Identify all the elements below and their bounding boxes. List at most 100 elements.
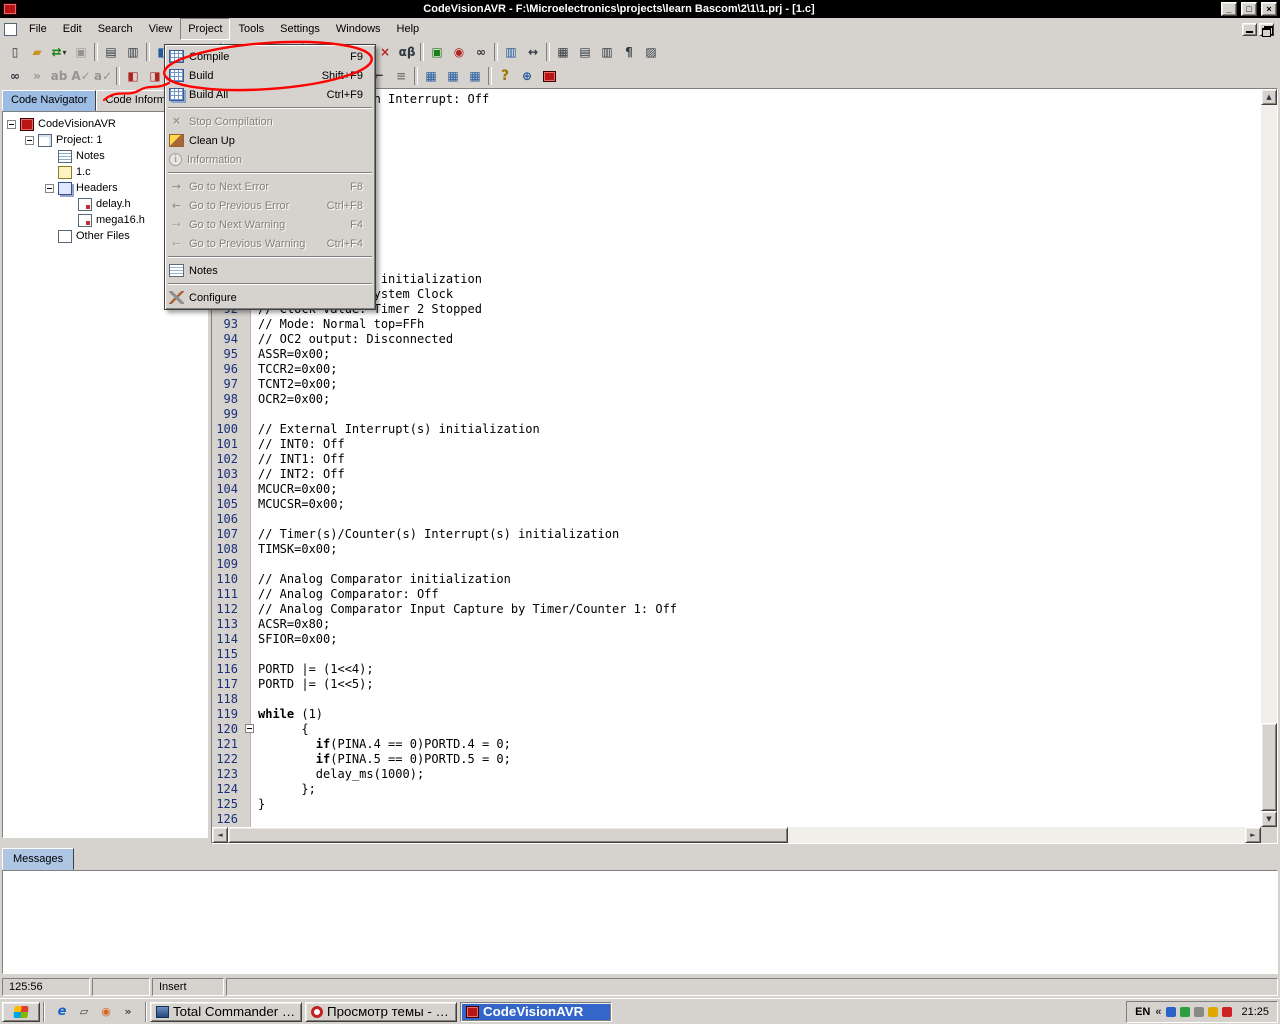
menu-search[interactable]: Search — [90, 18, 141, 40]
code-line[interactable]: 110 // Analog Comparator initialization — [212, 571, 1261, 586]
terminal-button[interactable]: ▣ — [426, 42, 448, 63]
menu-item-go-prev-warning[interactable]: Go to Previous Warning Ctrl+F4 — [167, 234, 373, 253]
code-line[interactable]: 122 if(PINA.5 == 0)PORTD.5 = 0; — [212, 751, 1261, 766]
menu-view[interactable]: View — [141, 18, 181, 40]
code-line[interactable]: 126 — [212, 811, 1261, 826]
print-preview-button[interactable]: ▥ — [122, 42, 144, 63]
tree-collapse-icon[interactable] — [7, 120, 16, 129]
code-line[interactable]: 101 // INT0: Off — [212, 436, 1261, 451]
tile-vertical-button[interactable]: ▥ — [596, 42, 618, 63]
tray-display-icon[interactable] — [1208, 1007, 1218, 1017]
scroll-left-icon[interactable]: ◄ — [212, 827, 228, 843]
mdi-document-icon[interactable] — [4, 23, 17, 36]
ascii-chart-button[interactable]: αβ — [396, 42, 418, 63]
convert-unix-button[interactable]: ◨ — [144, 66, 166, 87]
menu-item-go-prev-error[interactable]: Go to Previous Error Ctrl+F8 — [167, 196, 373, 215]
vertical-scroll-thumb[interactable] — [1261, 723, 1277, 811]
code-line[interactable]: 108 TIMSK=0x00; — [212, 541, 1261, 556]
close-button[interactable]: × — [1261, 2, 1277, 16]
code-line[interactable]: 104 MCUCR=0x00; — [212, 481, 1261, 496]
scroll-up-icon[interactable]: ▲ — [1261, 89, 1277, 105]
code-line[interactable]: 116 PORTD |= (1<<4); — [212, 661, 1261, 676]
menu-tools[interactable]: Tools — [230, 18, 272, 40]
menu-settings[interactable]: Settings — [272, 18, 328, 40]
menu-help[interactable]: Help — [389, 18, 428, 40]
code-line[interactable]: 100 // External Interrupt(s) initializat… — [212, 421, 1261, 436]
code-line[interactable]: 125 } — [212, 796, 1261, 811]
quicklaunch-more-icon[interactable]: » — [118, 1002, 138, 1022]
code-line[interactable]: 113 ACSR=0x80; — [212, 616, 1261, 631]
code-line[interactable]: 121 if(PINA.4 == 0)PORTD.4 = 0; — [212, 736, 1261, 751]
uncomment-block-button[interactable]: × — [374, 42, 396, 63]
code-line[interactable]: 123 delay_ms(1000); — [212, 766, 1261, 781]
about-codevision-button[interactable] — [538, 66, 560, 87]
code-line[interactable]: 105 MCUCSR=0x00; — [212, 496, 1261, 511]
code-line[interactable]: 102 // INT1: Off — [212, 451, 1261, 466]
code-line[interactable]: 106 — [212, 511, 1261, 526]
start-button[interactable] — [2, 1002, 40, 1022]
convert-dos-button[interactable]: ◧ — [122, 66, 144, 87]
open-file-button[interactable]: ▰ — [26, 42, 48, 63]
tray-network-icon[interactable] — [1166, 1007, 1176, 1017]
scroll-right-icon[interactable]: ► — [1245, 827, 1261, 843]
find-text-button[interactable]: ∞ — [4, 66, 26, 87]
code-line[interactable]: 103 // INT2: Off — [212, 466, 1261, 481]
tray-chevron-icon[interactable]: « — [1155, 1006, 1161, 1018]
mdi-minimize-button[interactable] — [1242, 23, 1257, 36]
tray-update-icon[interactable] — [1222, 1007, 1232, 1017]
code-line[interactable]: 114 SFIOR=0x00; — [212, 631, 1261, 646]
tab-messages[interactable]: Messages — [2, 848, 74, 870]
vertical-scrollbar[interactable]: ▲ ▼ — [1261, 89, 1277, 827]
menu-windows[interactable]: Windows — [328, 18, 389, 40]
code-line[interactable]: 120 { — [212, 721, 1261, 736]
codevision-website-button[interactable]: ⊕ — [516, 66, 538, 87]
menu-item-go-next-warning[interactable]: Go to Next Warning F4 — [167, 215, 373, 234]
quicklaunch-desktop-icon[interactable]: ▱ — [74, 1002, 94, 1022]
mdi-restore-button[interactable] — [1259, 23, 1274, 36]
code-line[interactable]: 107 // Timer(s)/Counter(s) Interrupt(s) … — [212, 526, 1261, 541]
menu-item-compile[interactable]: Compile F9 — [167, 47, 373, 66]
code-line[interactable]: 96 TCCR2=0x00; — [212, 361, 1261, 376]
print-file-button[interactable]: ▤ — [100, 42, 122, 63]
code-line[interactable]: 117 PORTD |= (1<<5); — [212, 676, 1261, 691]
new-file-button[interactable]: ▯ — [4, 42, 26, 63]
save-file-button[interactable]: ▣ — [70, 42, 92, 63]
menu-item-build-all[interactable]: Build All Ctrl+F9 — [167, 85, 373, 104]
spell-word-button[interactable]: a✓ — [92, 66, 114, 87]
scroll-down-icon[interactable]: ▼ — [1261, 811, 1277, 827]
minimize-button[interactable]: _ — [1221, 2, 1237, 16]
code-line[interactable]: 93 // Mode: Normal top=FFh — [212, 316, 1261, 331]
tree-collapse-icon[interactable] — [25, 136, 34, 145]
horizontal-scroll-thumb[interactable] — [228, 827, 788, 843]
spell-check-button[interactable]: A✓ — [70, 66, 92, 87]
code-line[interactable]: 95 ASSR=0x00; — [212, 346, 1261, 361]
zoom-view-button[interactable]: ∞ — [470, 42, 492, 63]
menu-project[interactable]: Project — [180, 18, 230, 40]
tab-code-navigator[interactable]: Code Navigator — [2, 90, 96, 111]
code-line[interactable]: 119 while (1) — [212, 706, 1261, 721]
menu-item-configure[interactable]: Configure — [167, 288, 373, 307]
menu-file[interactable]: File — [21, 18, 55, 40]
app-icon[interactable] — [3, 3, 17, 15]
memory-view-button[interactable]: ▦ — [442, 66, 464, 87]
fuse-bits-view-button[interactable]: ▦ — [420, 66, 442, 87]
quicklaunch-browser-icon[interactable]: e — [52, 1002, 72, 1022]
io-registers-view-button[interactable]: ▦ — [464, 66, 486, 87]
menu-item-build[interactable]: Build Shift+F9 — [167, 66, 373, 85]
menu-item-clean-up[interactable]: Clean Up — [167, 131, 373, 150]
tile-horizontal-button[interactable]: ▤ — [574, 42, 596, 63]
code-line[interactable]: 94 // OC2 output: Disconnected — [212, 331, 1261, 346]
menu-item-notes[interactable]: Notes — [167, 261, 373, 280]
menu-item-stop-compilation[interactable]: Stop Compilation — [167, 112, 373, 131]
task-codevisionavr[interactable]: CodeVisionAVR — [460, 1002, 612, 1022]
slide-calculator-button[interactable]: ≡ — [390, 66, 412, 87]
code-line[interactable]: 109 — [212, 556, 1261, 571]
window-list-button[interactable]: ▨ — [640, 42, 662, 63]
menu-edit[interactable]: Edit — [55, 18, 90, 40]
book-open-button[interactable]: ▥ — [500, 42, 522, 63]
task-browser-topic[interactable]: Просмотр темы - П... — [305, 1002, 457, 1022]
language-indicator[interactable]: EN — [1135, 1006, 1150, 1018]
code-line[interactable]: 111 // Analog Comparator: Off — [212, 586, 1261, 601]
tree-collapse-icon[interactable] — [45, 184, 54, 193]
cascade-windows-button[interactable]: ▦ — [552, 42, 574, 63]
